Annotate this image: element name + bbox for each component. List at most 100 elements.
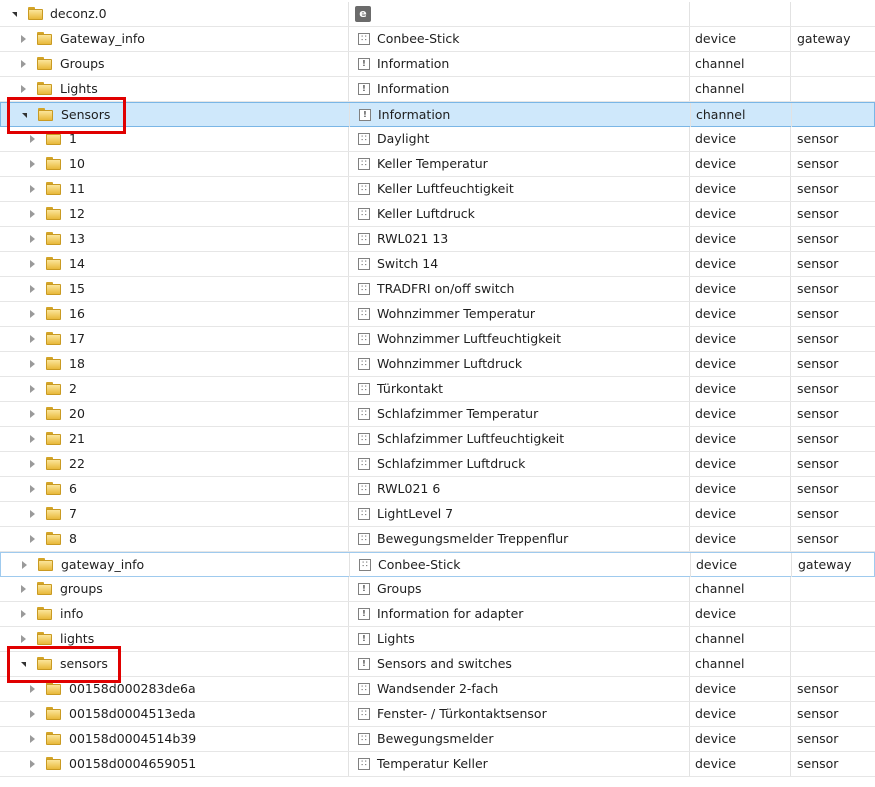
collapse-arrow-icon[interactable] — [30, 285, 35, 293]
collapse-arrow-icon[interactable] — [30, 235, 35, 243]
collapse-arrow-icon[interactable] — [21, 85, 26, 93]
tree-row[interactable]: 12 Keller Luftdruck device sensor — [0, 202, 875, 227]
tree-row[interactable]: 00158d0004659051 Temperatur Keller devices… — [0, 752, 875, 777]
desc-cell: e — [349, 2, 690, 26]
tree-row[interactable]: 1Daylightdevicesensor — [0, 127, 875, 152]
device-icon — [358, 683, 370, 695]
device-icon — [358, 758, 370, 770]
collapse-arrow-icon[interactable] — [30, 310, 35, 318]
collapse-arrow-icon[interactable] — [30, 160, 35, 168]
row-description: Keller Luftdruck — [377, 206, 475, 221]
row-type: device — [690, 152, 791, 176]
device-icon — [358, 508, 370, 520]
tree-row[interactable]: 22 Schlafzimmer Luftdruck device sensor — [0, 452, 875, 477]
row-description: RWL021 6 — [377, 481, 441, 496]
collapse-arrow-icon[interactable] — [30, 760, 35, 768]
tree-row[interactable]: 20 Schlafzimmer Temperatur device sensor — [0, 402, 875, 427]
desc-cell: Keller Luftfeuchtigkeit — [349, 177, 690, 201]
expand-arrow-icon[interactable] — [12, 12, 17, 17]
collapse-arrow-icon[interactable] — [21, 35, 26, 43]
name-cell: 14 — [0, 252, 349, 276]
collapse-arrow-icon[interactable] — [30, 385, 35, 393]
row-description: Sensors and switches — [377, 656, 512, 671]
collapse-arrow-icon[interactable] — [30, 535, 35, 543]
tree-row[interactable]: LightsInformationchannel — [0, 77, 875, 102]
row-type: device — [690, 752, 791, 776]
collapse-arrow-icon[interactable] — [30, 510, 35, 518]
tree-root-row[interactable]: deconz.0 e — [0, 2, 875, 27]
folder-icon — [46, 532, 61, 545]
tree-row[interactable]: 00158d0004513eda Fenster- / Türkontaktsen… — [0, 702, 875, 727]
tree-row[interactable]: 7 LightLevel 7 device sensor — [0, 502, 875, 527]
row-type: device — [690, 202, 791, 226]
collapse-arrow-icon[interactable] — [30, 435, 35, 443]
tree-row[interactable]: 18 Wohnzimmer Luftdruck device sensor — [0, 352, 875, 377]
row-description: Wandsender 2-fach — [377, 681, 499, 696]
row-name: Gateway_info — [60, 31, 145, 46]
name-cell: 21 — [0, 427, 349, 451]
tree-row[interactable]: 10 Keller Temperatur device sensor — [0, 152, 875, 177]
collapse-arrow-icon[interactable] — [30, 710, 35, 718]
tree-row[interactable]: 00158d0004514b39 Bewegungsmelder device sen… — [0, 727, 875, 752]
collapse-arrow-icon[interactable] — [30, 410, 35, 418]
collapse-arrow-icon[interactable] — [30, 135, 35, 143]
name-cell: 13 — [0, 227, 349, 251]
tree-row[interactable]: SensorsInformationchannel — [0, 102, 875, 127]
folder-icon — [46, 457, 61, 470]
collapse-arrow-icon[interactable] — [30, 460, 35, 468]
row-role: sensor — [797, 331, 839, 346]
row-role: gateway — [797, 31, 851, 46]
row-name: 22 — [69, 456, 85, 471]
row-name: 20 — [69, 406, 85, 421]
tree-row[interactable]: sensorsSensors and switcheschannel — [0, 652, 875, 677]
collapse-arrow-icon[interactable] — [21, 635, 26, 643]
collapse-arrow-icon[interactable] — [30, 260, 35, 268]
row-name: 12 — [69, 206, 85, 221]
row-type: channel — [690, 627, 791, 651]
row-role: sensor — [797, 506, 839, 521]
tree-row[interactable]: 2 Türkontakt device sensor — [0, 377, 875, 402]
collapse-arrow-icon[interactable] — [30, 685, 35, 693]
tree-row[interactable]: Groups Information channel — [0, 52, 875, 77]
collapse-arrow-icon[interactable] — [22, 561, 27, 569]
row-type: device — [690, 477, 791, 501]
tree-row[interactable]: 00158d000283de6aWandsender 2-fachdevices… — [0, 677, 875, 702]
tree-row[interactable]: 13 RWL021 13 device sensor — [0, 227, 875, 252]
tree-row[interactable]: 15 TRADFRI on/off switch device sensor — [0, 277, 875, 302]
collapse-arrow-icon[interactable] — [30, 485, 35, 493]
collapse-arrow-icon[interactable] — [30, 210, 35, 218]
row-type: device — [690, 177, 791, 201]
collapse-arrow-icon[interactable] — [30, 735, 35, 743]
row-name: 16 — [69, 306, 85, 321]
tree-row[interactable]: 6 RWL021 6 device sensor — [0, 477, 875, 502]
folder-icon — [46, 682, 61, 695]
tree-row[interactable]: 17 Wohnzimmer Luftfeuchtigkeit device senso… — [0, 327, 875, 352]
row-description: Information — [378, 107, 451, 122]
collapse-arrow-icon[interactable] — [21, 60, 26, 68]
tree-row[interactable]: 21 Schlafzimmer Luftfeuchtigkeit device sen… — [0, 427, 875, 452]
folder-icon — [37, 82, 52, 95]
row-type: device — [690, 452, 791, 476]
row-description: Schlafzimmer Temperatur — [377, 406, 539, 421]
collapse-arrow-icon[interactable] — [21, 610, 26, 618]
tree-row[interactable]: info Information for adapter device — [0, 602, 875, 627]
tree-row[interactable]: lightsLightschannel — [0, 627, 875, 652]
tree-row[interactable]: 8 Bewegungsmelder Treppenflur device sensor — [0, 527, 875, 552]
tree-row[interactable]: 16 Wohnzimmer Temperatur device sensor — [0, 302, 875, 327]
row-description: Wohnzimmer Luftdruck — [377, 356, 523, 371]
tree-row[interactable]: Gateway_info Conbee-Stick device gateway — [0, 27, 875, 52]
name-cell: info — [0, 602, 349, 626]
tree-row[interactable]: 14 Switch 14 device sensor — [0, 252, 875, 277]
collapse-arrow-icon[interactable] — [30, 335, 35, 343]
channel-icon — [358, 583, 370, 595]
tree-row[interactable]: groups Groups channel — [0, 577, 875, 602]
collapse-arrow-icon[interactable] — [21, 585, 26, 593]
desc-cell: Information — [349, 52, 690, 76]
collapse-arrow-icon[interactable] — [30, 185, 35, 193]
name-cell: 00158d0004659051 — [0, 752, 349, 776]
row-name: 00158d0004513eda — [69, 706, 196, 721]
tree-row[interactable]: 11 Keller Luftfeuchtigkeit device sensor — [0, 177, 875, 202]
row-name: 7 — [69, 506, 77, 521]
collapse-arrow-icon[interactable] — [30, 360, 35, 368]
tree-row[interactable]: gateway_info Conbee-Stick device gateway — [0, 552, 875, 577]
